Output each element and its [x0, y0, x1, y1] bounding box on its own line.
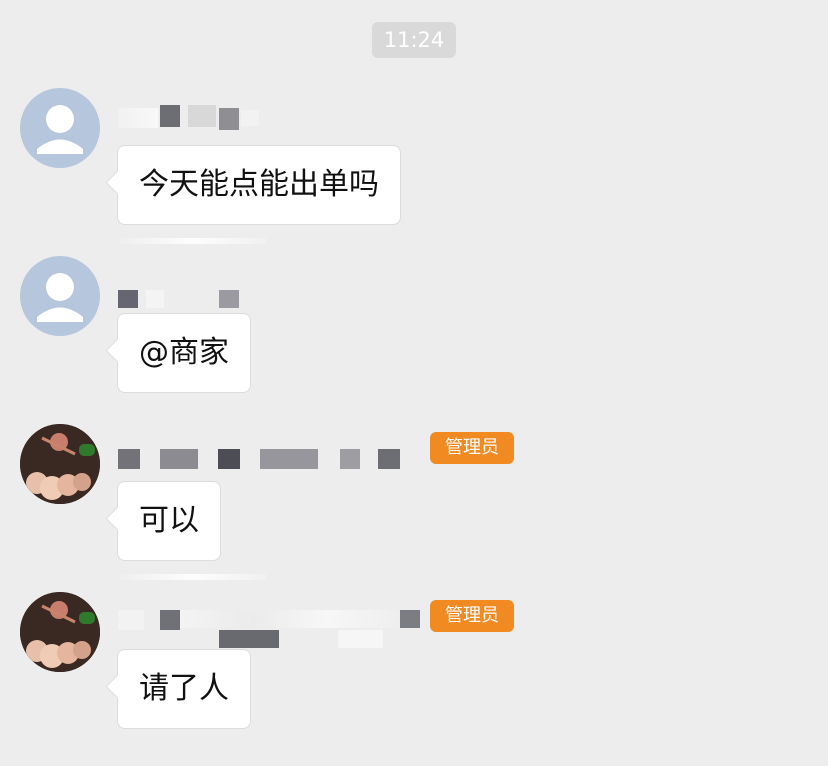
chat-message: 管理员 请了人 [0, 592, 828, 762]
person-icon [37, 273, 83, 322]
food-photo-icon [20, 592, 100, 672]
default-avatar-icon[interactable] [20, 256, 100, 336]
redaction-strip [120, 238, 266, 244]
chat-message: 今天能点能出单吗 [0, 88, 828, 258]
food-photo-icon [20, 424, 100, 504]
default-avatar-icon[interactable] [20, 88, 100, 168]
food-photo-avatar[interactable] [20, 592, 100, 672]
admin-badge: 管理员 [430, 432, 514, 464]
message-bubble[interactable]: 请了人 [117, 649, 251, 729]
person-icon [37, 105, 83, 154]
message-bubble[interactable]: @商家 [117, 313, 251, 393]
chat-message: 管理员 可以 [0, 424, 828, 594]
message-bubble[interactable]: 今天能点能出单吗 [117, 145, 401, 225]
message-timestamp: 11:24 [372, 22, 456, 58]
sender-name-redacted [118, 434, 428, 469]
sender-name-redacted [118, 602, 428, 648]
redaction-strip [120, 574, 266, 580]
chat-screen: 11:24 今天能点能出单吗 @商家 管理员 可以 管理员 请了人 [0, 0, 828, 766]
food-photo-avatar[interactable] [20, 424, 100, 504]
sender-name-redacted [118, 266, 428, 308]
admin-badge: 管理员 [430, 600, 514, 632]
message-bubble[interactable]: 可以 [117, 481, 221, 561]
chat-message: @商家 [0, 256, 828, 426]
sender-name-redacted [118, 98, 428, 130]
